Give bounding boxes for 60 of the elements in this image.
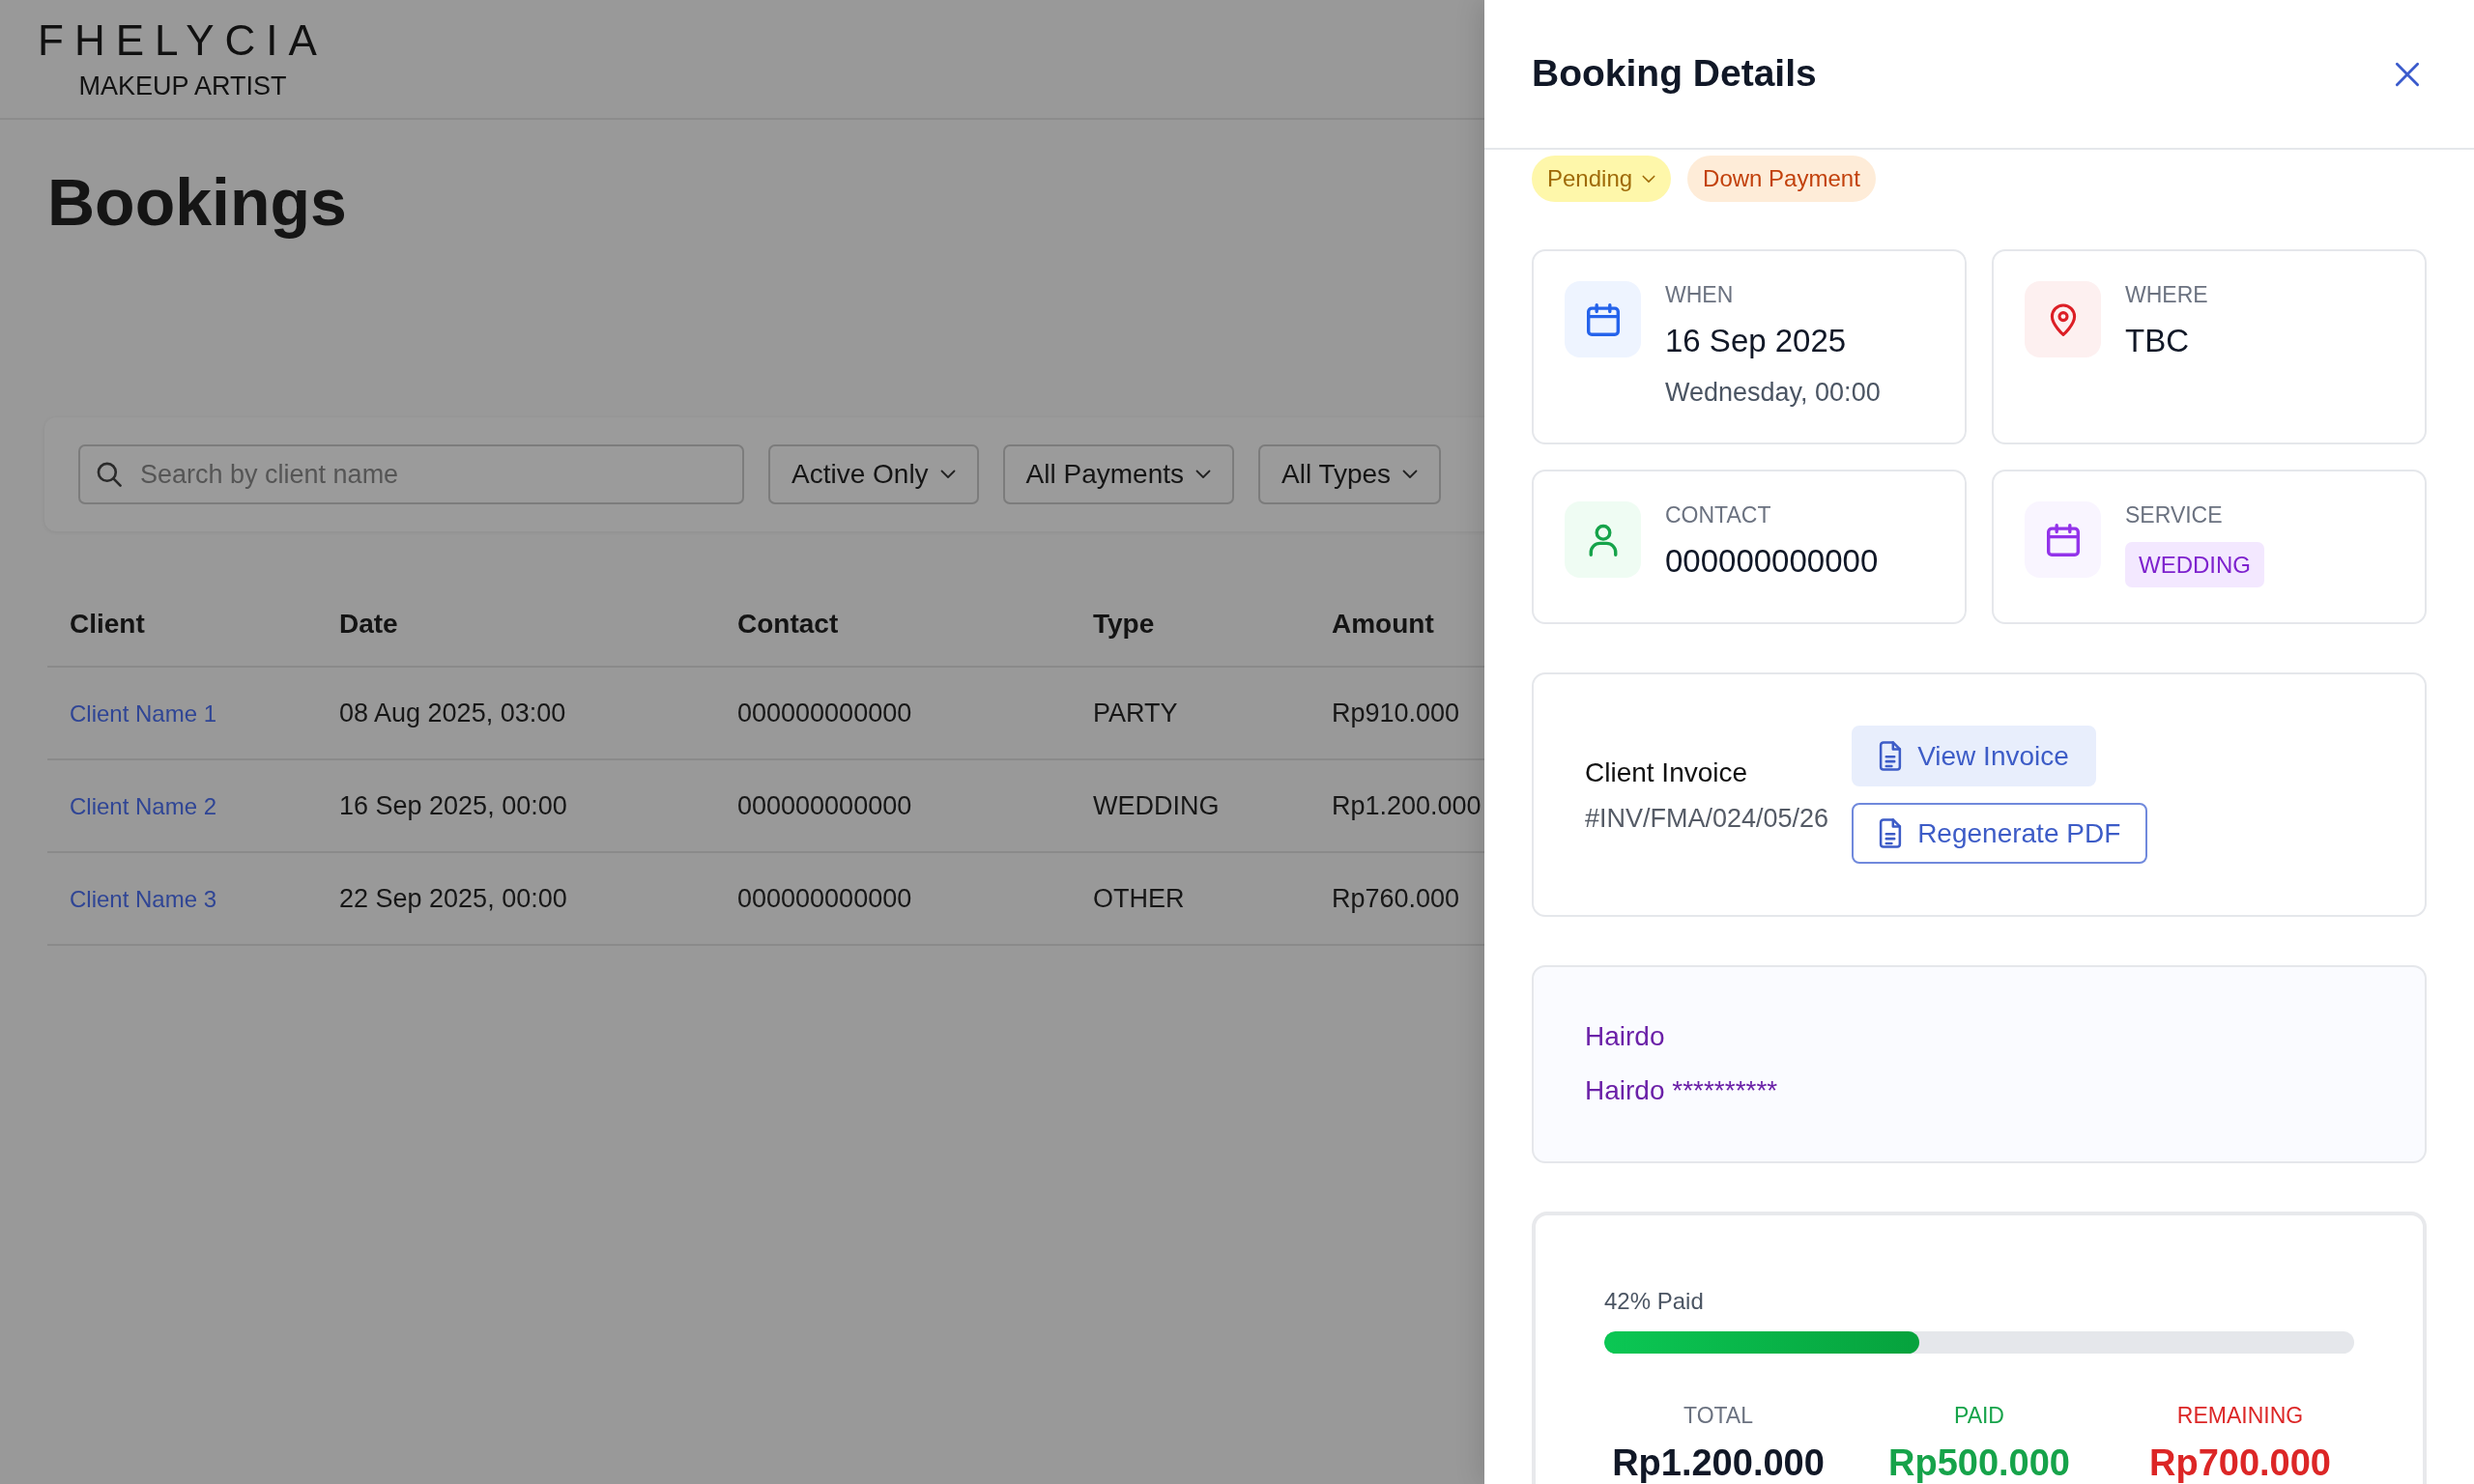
- person-icon: [1565, 501, 1641, 578]
- invoice-title: Client Invoice: [1585, 756, 1748, 789]
- table-cell: 08 Aug 2025, 03:00: [317, 667, 715, 759]
- service-tag: WEDDING: [2125, 542, 2264, 587]
- invoice-number: #INV/FMA/024/05/26: [1585, 802, 1829, 834]
- table-cell: WEDDING: [1071, 759, 1309, 852]
- table-cell: 16 Sep 2025, 00:00: [317, 759, 715, 852]
- status-dropdown[interactable]: Pending: [1532, 156, 1672, 202]
- info-value: 000000000000: [1665, 542, 1879, 581]
- caret-icon: [1402, 470, 1419, 479]
- column-header: Client: [47, 582, 317, 667]
- note-text: Hairdo: [1585, 1021, 1665, 1051]
- table-cell: 000000000000: [715, 759, 1071, 852]
- filter-dropdown[interactable]: Active Only: [768, 444, 979, 504]
- info-value: TBC: [2125, 322, 2189, 360]
- stat-value: Rp700.000: [2149, 1441, 2331, 1484]
- document-icon: [1879, 741, 1903, 771]
- table-cell: PARTY: [1071, 667, 1309, 759]
- payment-badge: Down Payment: [1687, 156, 1876, 202]
- search-icon: [97, 462, 122, 487]
- column-header: Type: [1071, 582, 1309, 667]
- stat-label: REMAINING: [2176, 1402, 2304, 1429]
- filter-dropdown[interactable]: All Payments: [1002, 444, 1234, 504]
- logo-wordmark: FHELYCIA: [38, 18, 328, 62]
- logo-tagline: MAKEUP ARTIST: [78, 72, 287, 100]
- table-cell: 000000000000: [715, 667, 1071, 759]
- search-field[interactable]: Search by client name: [78, 444, 744, 504]
- close-icon: [2395, 61, 2420, 87]
- info-value: 16 Sep 2025: [1665, 322, 1847, 360]
- location-pin-icon: [2025, 281, 2101, 357]
- table-cell: 22 Sep 2025, 00:00: [317, 852, 715, 945]
- table-cell: 000000000000: [715, 852, 1071, 945]
- client-name-link[interactable]: Client Name 3: [70, 885, 217, 912]
- stat-label: PAID: [1954, 1402, 2004, 1429]
- client-name-link[interactable]: Client Name 1: [70, 699, 217, 727]
- panel-title: Booking Details: [1532, 51, 1817, 97]
- caret-icon: [939, 470, 956, 479]
- stat-value: Rp1.200.000: [1612, 1441, 1825, 1484]
- caret-icon: [1642, 174, 1656, 184]
- column-header: Date: [317, 582, 715, 667]
- calendar-icon: [2025, 501, 2101, 578]
- table-cell: OTHER: [1071, 852, 1309, 945]
- view-invoice-button[interactable]: View Invoice: [1852, 726, 2096, 786]
- column-header: Contact: [715, 582, 1071, 667]
- info-label: SERVICE: [2125, 501, 2223, 528]
- info-label: CONTACT: [1665, 501, 1771, 528]
- calendar-icon: [1565, 281, 1641, 357]
- stat-value: Rp500.000: [1888, 1441, 2070, 1484]
- regenerate-pdf-button[interactable]: Regenerate PDF: [1852, 803, 2148, 864]
- document-icon: [1879, 818, 1903, 848]
- note-text: Hairdo **********: [1585, 1075, 1778, 1105]
- filter-dropdown[interactable]: All Types: [1258, 444, 1442, 504]
- stat-label: TOTAL: [1683, 1402, 1753, 1429]
- progress-label: 42% Paid: [1604, 1288, 1704, 1314]
- client-name-link[interactable]: Client Name 2: [70, 792, 217, 819]
- info-label: WHERE: [2125, 281, 2208, 308]
- info-label: WHEN: [1665, 281, 1734, 308]
- caret-icon: [1195, 470, 1211, 479]
- page-title: Bookings: [47, 164, 348, 241]
- info-detail: Wednesday, 00:00: [1665, 377, 1881, 408]
